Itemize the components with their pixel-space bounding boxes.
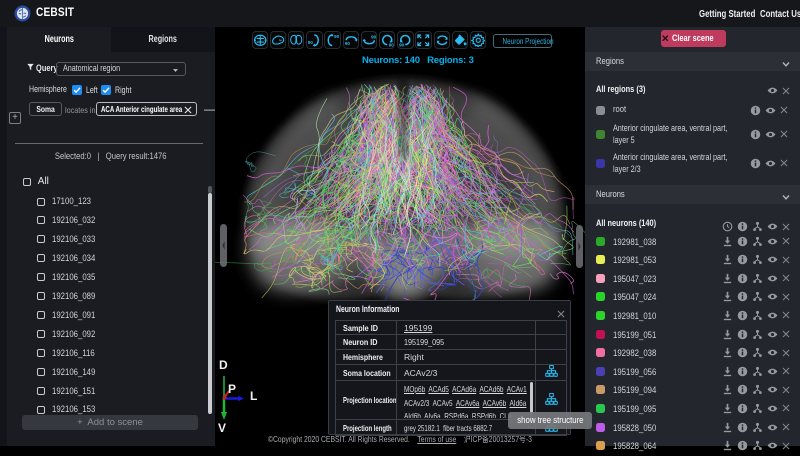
- svg-text:90: 90: [389, 42, 395, 47]
- svg-text:P: P: [228, 382, 236, 396]
- svg-text:90: 90: [371, 34, 376, 39]
- svg-text:D: D: [219, 358, 228, 372]
- svg-text:90: 90: [344, 41, 350, 46]
- svg-text:90: 90: [308, 39, 314, 44]
- svg-text:90: 90: [334, 33, 339, 38]
- svg-text:90: 90: [399, 42, 405, 47]
- svg-text:L: L: [250, 389, 257, 403]
